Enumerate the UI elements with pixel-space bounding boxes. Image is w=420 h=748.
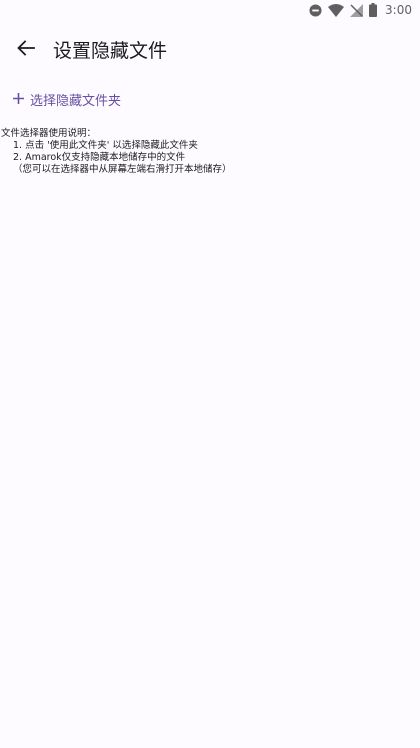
instructions-heading: 文件选择器使用说明： [1,128,97,139]
select-hidden-folder-button[interactable]: 选择隐藏文件夹 [12,88,121,110]
battery-icon [369,3,378,17]
select-hidden-folder-label: 选择隐藏文件夹 [30,93,122,109]
status-bar: 3:00 [0,0,420,22]
instructions-line-3: （您可以在选择器中从屏幕左端右滑打开本地储存） [13,164,232,175]
do-not-disturb-icon [309,3,322,17]
instructions-line-1: 1. 点击 '使用此文件夹' 以选择隐藏此文件夹 [13,140,198,151]
page-title: 设置隐藏文件 [53,40,168,62]
no-signal-icon [350,3,364,17]
status-time: 3:00 [385,3,412,17]
instructions-line-2: 2. Amarok仅支持隐藏本地储存中的文件 [13,152,186,163]
wifi-icon [328,3,345,17]
arrow-back-icon [17,39,35,61]
file-picker-instructions: 文件选择器使用说明： 1. 点击 '使用此文件夹' 以选择隐藏此文件夹 2. A… [1,128,401,176]
plus-icon [12,91,24,107]
back-button[interactable] [10,34,42,66]
status-icons: 3:00 [309,3,412,17]
app-bar: 设置隐藏文件 [0,28,420,72]
